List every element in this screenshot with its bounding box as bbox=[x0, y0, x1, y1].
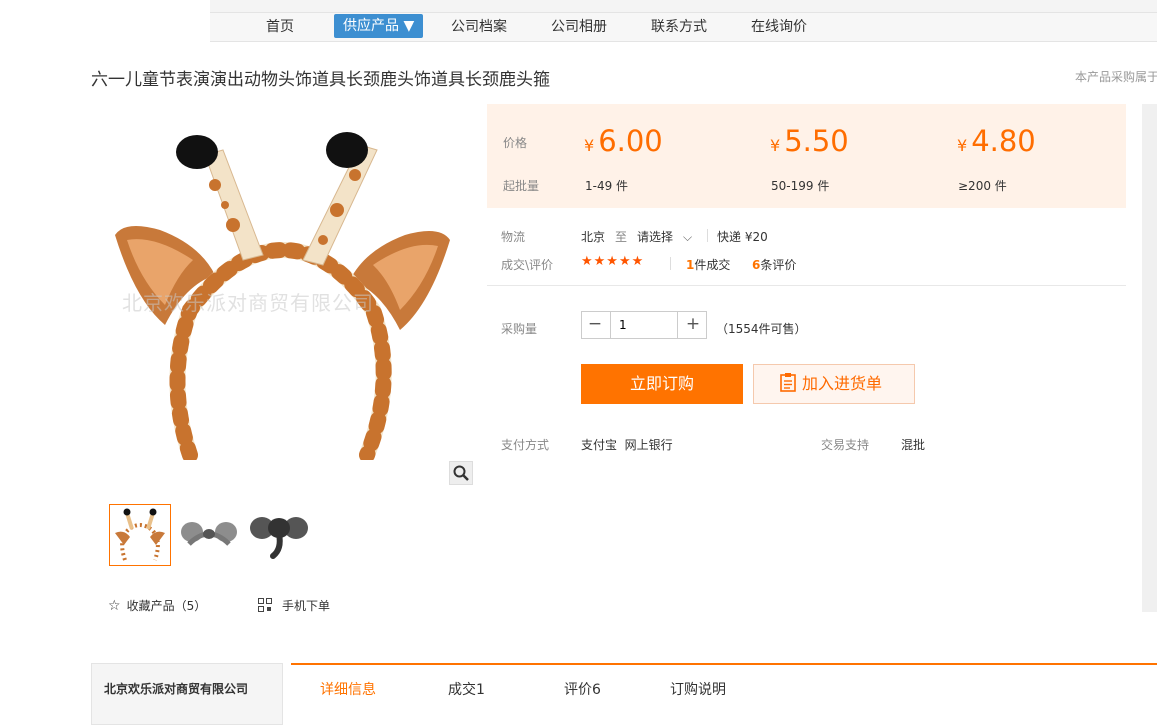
nav-company-album[interactable]: 公司相册 bbox=[551, 16, 607, 38]
top-strip bbox=[210, 0, 1157, 12]
price-tier-1: ¥6.00 bbox=[584, 124, 663, 158]
thumbnail-koala[interactable] bbox=[179, 504, 239, 564]
stock-available: （1554件可售） bbox=[716, 322, 807, 336]
tab-details[interactable]: 详细信息 bbox=[320, 679, 376, 699]
order-now-button[interactable]: 立即订购 bbox=[581, 364, 743, 404]
favorite-product[interactable]: ☆ 收藏产品（5） bbox=[108, 597, 206, 614]
nav-inquiry[interactable]: 在线询价 bbox=[751, 16, 807, 38]
increase-button[interactable]: + bbox=[680, 312, 706, 338]
rating-stars: ★★★★★ bbox=[581, 254, 645, 269]
product-main-image[interactable] bbox=[105, 110, 460, 460]
magnifier-icon bbox=[453, 465, 469, 481]
quantity-label: 采购量 bbox=[501, 322, 538, 336]
payment-label: 支付方式 bbox=[501, 438, 550, 452]
batch-label: 起批量 bbox=[503, 179, 540, 193]
thumbnail-elephant[interactable] bbox=[249, 504, 309, 564]
product-title: 六一儿童节表演演出动物头饰道具长颈鹿头饰道具长颈鹿头箍 bbox=[91, 70, 550, 90]
tab-reviews[interactable]: 评价6 bbox=[564, 679, 601, 699]
nav-products[interactable]: 供应产品 ▼ bbox=[334, 14, 424, 38]
clipboard-icon bbox=[780, 368, 796, 406]
divider bbox=[707, 229, 708, 242]
mobile-order-label: 手机下单 bbox=[282, 599, 331, 613]
divider-line bbox=[487, 285, 1126, 286]
tab-deals[interactable]: 成交1 bbox=[448, 679, 485, 699]
tab-order-notes[interactable]: 订购说明 bbox=[670, 679, 726, 699]
decrease-button[interactable]: − bbox=[582, 312, 608, 338]
payment-methods: 支付宝 网上银行 bbox=[581, 438, 673, 452]
quantity-stepper: − + bbox=[581, 311, 707, 339]
quantity-input[interactable] bbox=[610, 312, 678, 338]
favorite-label: 收藏产品（5） bbox=[126, 599, 207, 613]
thumbnail-giraffe[interactable] bbox=[109, 504, 171, 566]
chevron-down-icon: ⌵ bbox=[683, 230, 693, 244]
mobile-order[interactable]: 手机下单 bbox=[258, 597, 330, 614]
destination-select[interactable]: 请选择 ⌵ bbox=[637, 228, 692, 245]
qty-tier-1: 1-49 件 bbox=[585, 179, 629, 193]
trade-support-value: 混批 bbox=[901, 438, 926, 452]
to-word: 至 bbox=[615, 230, 628, 244]
image-watermark: 北京欢乐派对商贸有限公司 bbox=[122, 291, 374, 315]
qty-tier-3: ≥200 件 bbox=[958, 179, 1007, 193]
price-label: 价格 bbox=[503, 136, 528, 150]
star-outline-icon: ☆ bbox=[108, 598, 121, 614]
add-to-cart-button[interactable]: 加入进货单 bbox=[753, 364, 915, 404]
shipping-fee: 快递 ¥20 bbox=[717, 230, 768, 244]
ship-from: 北京 bbox=[581, 230, 606, 244]
logistics-label: 物流 bbox=[501, 230, 526, 244]
nav-contact[interactable]: 联系方式 bbox=[651, 16, 707, 38]
review-count[interactable]: 6条评价 bbox=[752, 256, 796, 273]
price-tier-3: ¥4.80 bbox=[957, 124, 1036, 158]
trade-support-label: 交易支持 bbox=[821, 438, 870, 452]
qty-tier-2: 50-199 件 bbox=[771, 179, 830, 193]
qrcode-icon bbox=[258, 598, 272, 612]
zoom-button[interactable] bbox=[449, 461, 473, 485]
add-to-cart-label: 加入进货单 bbox=[802, 374, 883, 393]
nav-home[interactable]: 首页 bbox=[266, 16, 294, 38]
divider bbox=[670, 257, 671, 270]
nav-company-profile[interactable]: 公司档案 bbox=[451, 16, 507, 38]
side-panel-edge bbox=[1142, 104, 1157, 612]
deals-label: 成交\评价 bbox=[501, 258, 554, 272]
purchase-notice: 本产品采购属于 bbox=[1075, 70, 1157, 84]
price-tier-2: ¥5.50 bbox=[770, 124, 849, 158]
destination-value: 请选择 bbox=[637, 230, 674, 244]
company-name[interactable]: 北京欢乐派对商贸有限公司 bbox=[104, 680, 248, 697]
deal-count[interactable]: 1件成交 bbox=[686, 256, 730, 273]
tab-underline bbox=[291, 663, 1157, 665]
